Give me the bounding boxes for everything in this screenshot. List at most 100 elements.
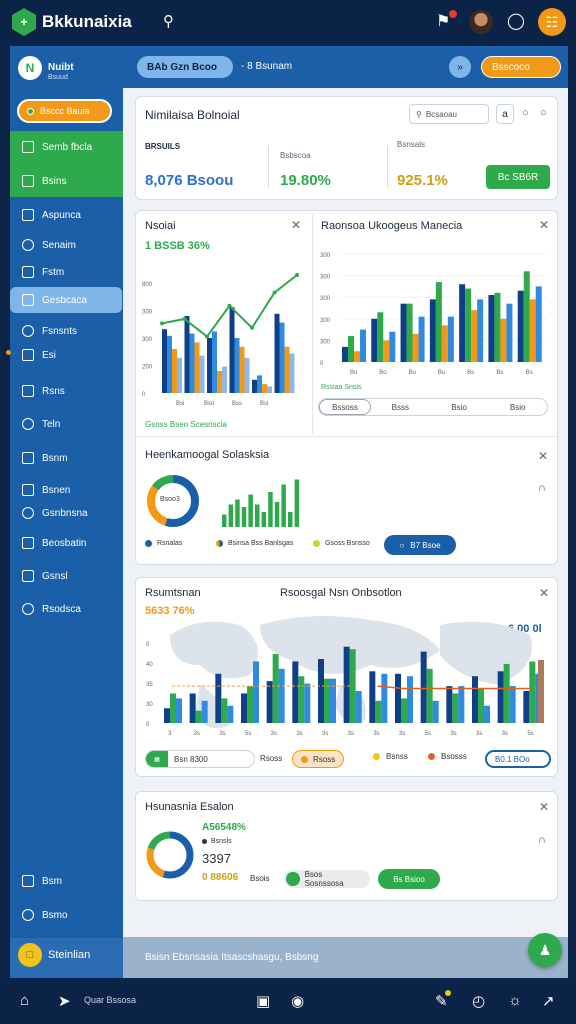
folder-icon[interactable]: □ [18,943,42,967]
bar [471,310,478,362]
card4-action-button[interactable]: B0.1 BOo [485,750,551,768]
line-point [250,325,254,330]
card3-action-button[interactable]: ○ B7 Bsoe [384,535,456,555]
grid-icon [22,875,34,887]
x-tick-label: 3s [348,731,354,737]
sidebar-item-8[interactable]: Teln [22,415,60,433]
sidebar-item-5[interactable]: Fsnsnts [22,322,77,340]
sidebar-item-10[interactable]: Bsnen [22,481,70,499]
stat-label-2: Bsbscoa [280,151,311,160]
sidebar-item-9[interactable]: Bsnm [22,449,68,467]
clock-icon[interactable]: ◴ [472,992,485,1010]
sidebar-item-13[interactable]: Gsnsl [22,567,68,585]
card5-action-button[interactable]: Bs Bsioo [378,869,440,889]
facebook-icon[interactable]: ▣ [256,992,270,1010]
card3-title: Heenkamoogal Solasksia [145,449,270,461]
mini-bar [288,512,293,527]
orange-action-icon[interactable]: ☷ [538,8,566,36]
close-icon[interactable]: ✕ [539,586,549,600]
tab-3[interactable]: Bsio [430,403,489,412]
sidebar-item-1[interactable]: Aspunca [22,206,81,224]
search-icon: ⚲ [416,109,422,119]
sidebar-item-12[interactable]: Beosbatin [22,534,86,552]
header-subtitle: - 8 Bsunam [241,61,293,72]
sidebar-avatar[interactable]: N [18,56,42,80]
summary-action-button[interactable]: Bc SB6R [486,165,550,189]
sidebar-item-4[interactable]: Gesbcaca [22,291,87,309]
code-icon [22,325,34,337]
sidebar-item-green-1[interactable]: Semb fbcla [22,138,92,156]
legend-item-2: Bsinsa Bss Banlsgas [216,540,293,547]
user-avatar[interactable] [469,10,493,34]
header-action-button[interactable]: Bsscoco [481,56,561,78]
tab-1[interactable]: Bssoss [319,399,371,415]
breadcrumb[interactable]: BAb Gzn Bcoo [137,56,233,78]
sidebar-item-bottom-2[interactable]: Bsmo [22,906,68,924]
card4-pill[interactable]: Rsoss [292,750,345,768]
send-icon[interactable]: ➤ [58,992,71,1010]
sidebar-item-3[interactable]: Fstm [22,263,64,281]
palette-icon[interactable]: ☼ [508,992,522,1009]
sidebar-cta-button[interactable]: Bsccc Bauia [17,99,112,123]
line-point [227,303,232,308]
tab-4[interactable]: Bsio [488,403,547,412]
summary-search-input[interactable]: ⚲ Bcsaoau [409,104,489,124]
card5-value: 3397 [202,851,231,866]
bar [354,351,360,362]
close-icon[interactable]: ✕ [538,449,548,463]
sidebar-item-2[interactable]: Senaim [22,236,76,254]
bar [201,700,208,723]
more-icon[interactable]: ○ [522,107,529,119]
legend-dot [301,755,308,763]
x-tick-label: Bss [232,401,242,407]
sidebar-item-green-2[interactable]: Bsins [22,172,66,190]
external-link-icon[interactable]: ↗ [542,992,555,1010]
sidebar-item-7[interactable]: Rsns [22,382,65,400]
x-tick-label: 5s [245,731,251,737]
sidebar-item-14[interactable]: Rsodsca [22,600,81,618]
close-icon[interactable]: ✕ [539,800,549,814]
x-tick-label: Bs [467,370,474,376]
bar [222,366,227,393]
bar [400,303,407,362]
sidebar-item-11[interactable]: Gsnbnsna [22,504,88,522]
options-icon[interactable]: ○ [540,107,547,119]
close-icon[interactable]: ✕ [539,218,549,232]
bar [478,688,484,723]
globe-icon[interactable]: ◉ [291,992,304,1010]
card4-select[interactable]: ▦ Bsn 8300 [145,750,255,768]
filter-icon[interactable]: » [449,56,471,78]
legend-label: Bsosss [441,752,467,761]
bar [212,331,217,393]
card5-pill[interactable]: Bsos Sosnssosa [284,870,370,888]
bar [420,651,427,723]
sidebar-item-6[interactable]: Esi [22,346,56,364]
more-icon[interactable]: ∩ [538,834,546,846]
chat-bubble-icon[interactable]: ◯ [507,11,525,31]
floating-action-button[interactable]: ♟ [528,933,562,967]
pill-label: Bsos Sosnssosa [304,870,344,888]
more-icon[interactable]: ∩ [538,482,546,494]
summary-title: Nimilaisa Bolnoial [145,108,240,122]
tab-2[interactable]: Bsss [371,403,430,412]
sidebar-item-bottom-1[interactable]: Bsm [22,872,62,890]
mini-bar [248,494,253,527]
bar [274,313,280,393]
bar [239,346,245,393]
home-icon[interactable]: ⌂ [20,992,29,1009]
x-tick-label: 3s [399,731,405,737]
status-bar: Bsisn Ebsnsasia Itsascshasgu, Bsbsng [123,937,568,978]
search-icon[interactable]: ⚲ [163,12,174,30]
summary-alpha-button[interactable]: a [496,104,514,124]
sidebar-item-label: Senaim [42,239,76,251]
x-tick-label: Bo [409,370,417,376]
x-tick-label: 3s [322,731,328,737]
bar [509,686,516,723]
bar [289,353,295,393]
search-icon [22,239,34,251]
legend-item: Bsnss [373,752,408,761]
divider [136,436,557,437]
bar [375,700,382,723]
close-icon[interactable]: ✕ [291,218,301,232]
bar [194,342,200,393]
